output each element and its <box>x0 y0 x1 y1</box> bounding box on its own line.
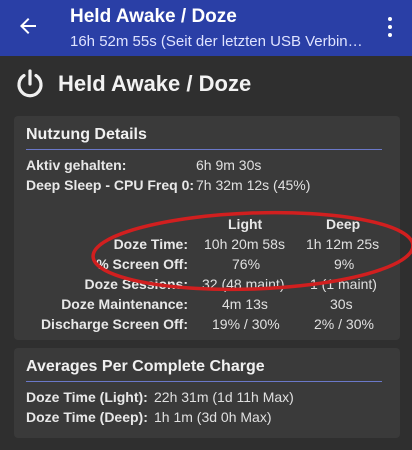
doze-sessions-deep: 1 (1 maint) <box>310 276 377 292</box>
discharge-screen-off-deep: 2% / 30% <box>314 316 374 332</box>
doze-time-label: Doze Time: <box>113 236 188 252</box>
usage-details-title: Nutzung Details <box>26 126 147 143</box>
doze-sessions-label: Doze Sessions: <box>84 276 188 292</box>
doze-time-deep: 1h 12m 25s <box>306 236 380 252</box>
overflow-menu-icon[interactable] <box>384 14 396 40</box>
avg-deep-value: 1h 1m (3d 0h Max) <box>154 409 272 425</box>
screen-off-label: % Screen Off: <box>96 256 188 272</box>
doze-sessions-light: 32 (48 maint) <box>202 276 285 292</box>
page-header: Held Awake / Doze <box>14 66 251 102</box>
usage-divider <box>26 149 382 150</box>
avg-light-value: 22h 31m (1d 11h Max) <box>154 389 294 405</box>
avg-deep-label: Doze Time (Deep): <box>26 409 148 425</box>
column-header-light: Light <box>228 216 263 232</box>
doze-maintenance-label: Doze Maintenance: <box>61 296 188 312</box>
deep-sleep-value: 7h 32m 12s (45%) <box>196 177 311 193</box>
averages-divider <box>26 381 382 382</box>
app-bar: Held Awake / Doze 16h 52m 55s (Seit der … <box>0 0 412 56</box>
back-arrow-icon[interactable] <box>16 14 40 38</box>
doze-time-light: 10h 20m 58s <box>204 236 285 252</box>
discharge-screen-off-light: 19% / 30% <box>212 316 280 332</box>
deep-sleep-label: Deep Sleep - CPU Freq 0: <box>26 177 195 193</box>
app-bar-title: Held Awake / Doze <box>70 6 237 27</box>
awake-label: Aktiv gehalten: <box>26 157 127 173</box>
avg-light-label: Doze Time (Light): <box>26 389 148 405</box>
averages-title: Averages Per Complete Charge <box>26 358 265 375</box>
discharge-screen-off-label: Discharge Screen Off: <box>40 316 188 332</box>
app-bar-subtitle: 16h 52m 55s (Seit der letzten USB Verbin… <box>70 33 363 50</box>
awake-value: 6h 9m 30s <box>196 157 262 173</box>
power-icon <box>17 69 43 98</box>
screen-off-light: 76% <box>232 256 261 272</box>
doze-maintenance-light: 4m 13s <box>222 296 268 312</box>
screen-off-deep: 9% <box>334 256 355 272</box>
doze-maintenance-deep: 30s <box>330 296 353 312</box>
averages-card: Averages Per Complete Charge Doze Time (… <box>14 348 400 438</box>
column-header-deep: Deep <box>326 216 361 232</box>
page-title: Held Awake / Doze <box>58 71 252 96</box>
usage-details-card: Nutzung Details Aktiv gehalten: 6h 9m 30… <box>14 116 400 340</box>
